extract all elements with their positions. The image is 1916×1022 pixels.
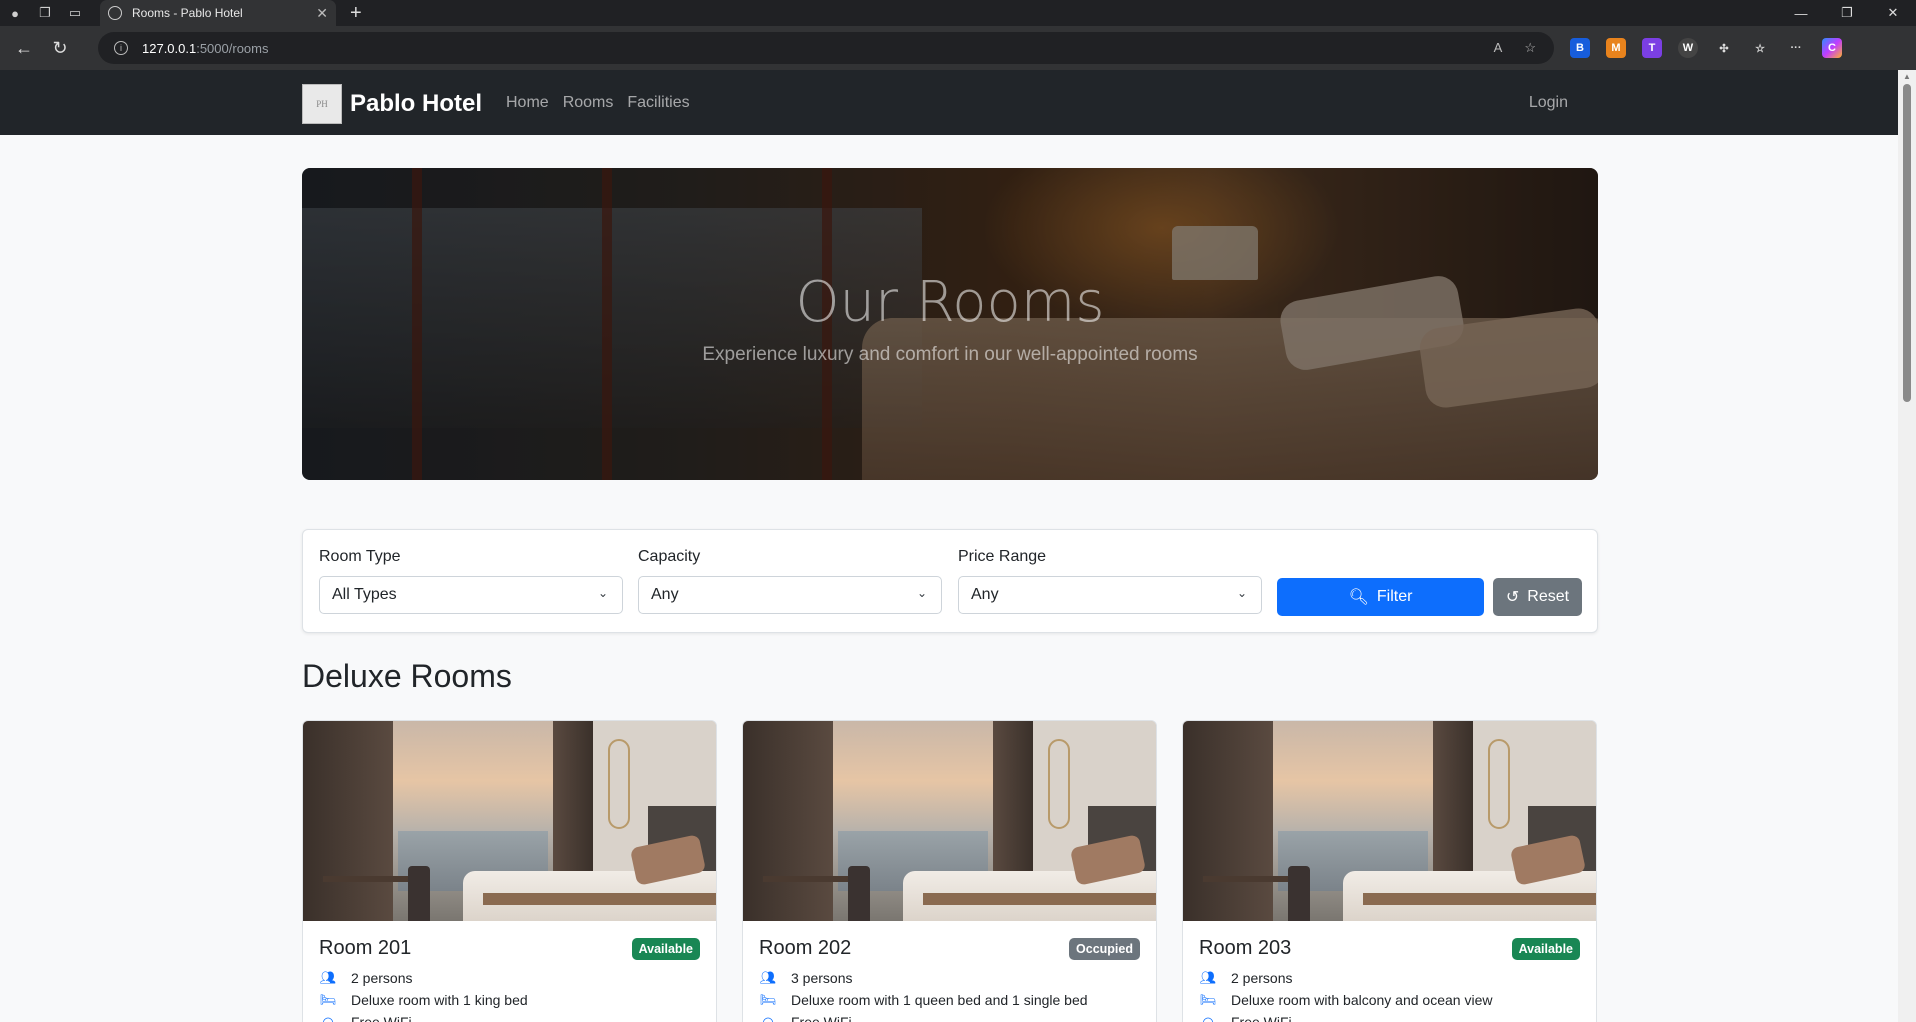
wifi-icon: ◠ — [1202, 1014, 1214, 1022]
browser-tab[interactable]: Rooms - Pablo Hotel ✕ — [100, 0, 336, 26]
url-host: 127.0.0.1 — [142, 40, 197, 56]
extension-bitwarden-icon[interactable]: B — [1570, 38, 1590, 58]
room-image — [303, 721, 716, 921]
room-description: 🛏︎ Deluxe room with 1 king bed — [319, 992, 528, 1008]
room-type-select[interactable]: All Types ⌄ — [319, 576, 623, 614]
close-window-button[interactable]: ✕ — [1870, 0, 1916, 26]
site-info-icon[interactable]: i — [114, 41, 128, 55]
room-image — [743, 721, 1156, 921]
chevron-down-icon: ⌄ — [597, 586, 608, 600]
profile-icon[interactable]: ● — [0, 0, 30, 26]
room-card[interactable]: Room 203 Available 👥︎ 2 persons 🛏︎ Deluxe … — [1182, 720, 1597, 1022]
copilot-icon[interactable]: C — [1822, 38, 1842, 58]
brand-name: Pablo Hotel — [350, 90, 483, 117]
read-aloud-icon[interactable]: A — [1494, 40, 1503, 56]
status-badge: Occupied — [1069, 938, 1140, 960]
capacity-select[interactable]: Any ⌄ — [638, 576, 942, 614]
favorite-star-icon[interactable]: ☆ — [1524, 40, 1536, 56]
address-bar[interactable]: i 127.0.0.1:5000/rooms A ☆ — [98, 32, 1554, 64]
reset-button[interactable]: ↺ Reset — [1493, 578, 1582, 616]
room-type-group: Room Type All Types ⌄ — [319, 548, 623, 614]
price-range-select[interactable]: Any ⌄ — [958, 576, 1262, 614]
close-tab-icon[interactable]: ✕ — [316, 5, 328, 22]
bed-icon: 🛏︎ — [319, 992, 337, 1007]
back-button[interactable]: ← — [6, 26, 42, 70]
people-icon: 👥︎ — [319, 970, 337, 985]
hero-subtitle: Experience luxury and comfort in our wel… — [702, 344, 1198, 365]
room-image — [1183, 721, 1596, 921]
site-navbar: PH Pablo Hotel Home Rooms Facilities Log… — [0, 70, 1898, 135]
room-description: 🛏︎ Deluxe room with 1 queen bed and 1 sin… — [759, 992, 1088, 1008]
brand[interactable]: PH Pablo Hotel — [302, 84, 482, 124]
extension-purple-icon[interactable]: T — [1642, 38, 1662, 58]
login-link[interactable]: Login — [1529, 94, 1568, 112]
page-viewport: PH Pablo Hotel Home Rooms Facilities Log… — [0, 70, 1898, 1022]
room-capacity: 👥︎ 3 persons — [759, 970, 853, 986]
capacity-group: Capacity Any ⌄ — [638, 548, 942, 614]
status-badge: Available — [1511, 938, 1580, 960]
reload-button[interactable]: ↻ — [42, 26, 78, 70]
bed-icon: 🛏︎ — [759, 992, 777, 1007]
tab-title: Rooms - Pablo Hotel — [132, 6, 243, 20]
room-capacity: 👥︎ 2 persons — [1199, 970, 1293, 986]
room-amenity: ◠ Free WiFi — [759, 1014, 1140, 1022]
room-capacity: 👥︎ 2 persons — [319, 970, 413, 986]
nav-link-facilities[interactable]: Facilities — [627, 94, 689, 112]
room-description: 🛏︎ Deluxe room with balcony and ocean vie… — [1199, 992, 1493, 1008]
minimize-button[interactable]: — — [1778, 0, 1824, 26]
nav-link-rooms[interactable]: Rooms — [563, 94, 614, 112]
new-tab-button[interactable]: + — [350, 2, 362, 25]
hotel-logo: PH — [302, 84, 342, 124]
more-menu-icon[interactable]: ··· — [1786, 38, 1806, 58]
wifi-icon: ◠ — [322, 1014, 334, 1022]
undo-icon: ↺ — [1505, 589, 1520, 606]
people-icon: 👥︎ — [759, 970, 777, 985]
extensions-icon[interactable]: ✣ — [1714, 38, 1734, 58]
room-amenity: ◠ Free WiFi — [319, 1014, 700, 1022]
search-icon: 🔍︎ — [1348, 589, 1369, 606]
restore-button[interactable]: ❐ — [1824, 0, 1870, 26]
filter-panel: Room Type All Types ⌄ Capacity Any ⌄ Pri… — [302, 529, 1598, 633]
favorites-icon[interactable]: ☆ — [1750, 38, 1770, 58]
nav-link-home[interactable]: Home — [506, 94, 549, 112]
hero-title: Our Rooms — [795, 270, 1105, 335]
section-title: Deluxe Rooms — [302, 658, 512, 694]
price-range-group: Price Range Any ⌄ — [958, 548, 1262, 614]
extension-metamask-icon[interactable]: M — [1606, 38, 1626, 58]
workspaces-icon[interactable]: ❐ — [30, 0, 60, 26]
wifi-icon: ◠ — [762, 1014, 774, 1022]
filter-button[interactable]: 🔍︎ Filter — [1277, 578, 1484, 616]
bed-icon: 🛏︎ — [1199, 992, 1217, 1007]
people-icon: 👥︎ — [1199, 970, 1217, 985]
tab-actions-icon[interactable]: ▭ — [60, 0, 90, 26]
room-card[interactable]: Room 202 Occupied 👥︎ 3 persons 🛏︎ Deluxe r… — [742, 720, 1157, 1022]
capacity-label: Capacity — [638, 548, 701, 565]
price-range-label: Price Range — [958, 548, 1047, 565]
scroll-up-icon[interactable]: ▲ — [1903, 72, 1911, 81]
scrollbar-thumb[interactable] — [1903, 84, 1911, 402]
room-amenity: ◠ Free WiFi — [1199, 1014, 1580, 1022]
hero-banner: Our Rooms Experience luxury and comfort … — [302, 168, 1598, 480]
room-type-label: Room Type — [319, 548, 401, 565]
chevron-down-icon: ⌄ — [1236, 586, 1247, 600]
extensions-bar: B M T W ✣ ☆ ··· C — [1570, 38, 1842, 58]
chevron-down-icon: ⌄ — [916, 586, 927, 600]
room-card[interactable]: Room 201 Available 👥︎ 2 persons 🛏︎ Deluxe … — [302, 720, 717, 1022]
status-badge: Available — [631, 938, 700, 960]
url-path: :5000/rooms — [196, 40, 269, 56]
browser-tab-bar: ● ❐ ▭ Rooms - Pablo Hotel ✕ + — ❐ ✕ — [0, 0, 1916, 26]
globe-icon — [108, 6, 122, 20]
extension-w-icon[interactable]: W — [1678, 38, 1698, 58]
page-scrollbar[interactable]: ▲ — [1898, 70, 1916, 1022]
